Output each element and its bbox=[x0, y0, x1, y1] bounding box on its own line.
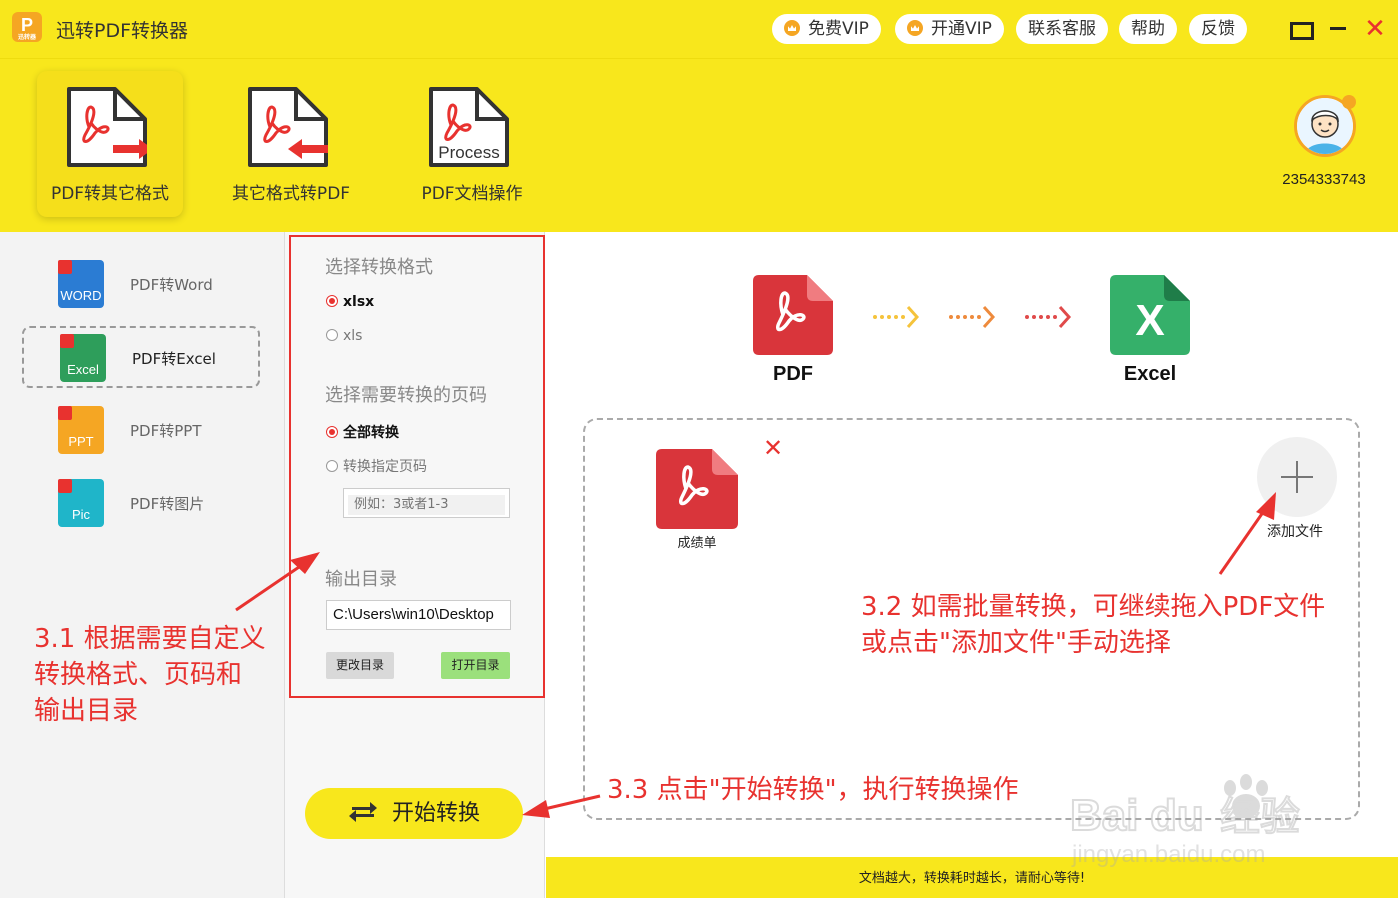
excel-letter: X bbox=[1135, 296, 1164, 345]
tab-pdf-to-other[interactable]: PDF转其它格式 bbox=[37, 71, 183, 217]
pdf-badge-icon bbox=[58, 260, 72, 274]
sidebar-item-image[interactable]: Pic PDF转图片 bbox=[22, 473, 260, 535]
pdf-badge-icon bbox=[58, 406, 72, 420]
annotation-note-3-3: 3.3 点击"开始转换"，执行转换操作 bbox=[607, 775, 1019, 805]
svg-text:Bai: Bai bbox=[1070, 791, 1138, 840]
page-range-field[interactable] bbox=[343, 488, 510, 518]
file-name: 成绩单 bbox=[677, 536, 717, 551]
title-bar: P 迅转器 迅转PDF转换器 免费VIP 开通VIP 联系客服 帮助 反馈 ✕ bbox=[0, 0, 1398, 58]
feedback-button[interactable]: 反馈 bbox=[1189, 14, 1247, 44]
ppt-icon: PPT bbox=[58, 406, 104, 454]
process-text: Process bbox=[438, 143, 499, 162]
svg-text:jingyan.baidu.com: jingyan.baidu.com bbox=[1071, 841, 1265, 868]
output-dir-field[interactable]: C:\Users\win10\Desktop bbox=[326, 600, 511, 630]
pdf-import-icon bbox=[248, 87, 328, 167]
sidebar-item-label: PDF转Word bbox=[130, 276, 213, 294]
minimize-icon[interactable] bbox=[1326, 16, 1352, 42]
open-dir-button[interactable]: 打开目录 bbox=[441, 652, 510, 679]
contact-support-button[interactable]: 联系客服 bbox=[1016, 14, 1108, 44]
free-vip-button[interactable]: 免费VIP bbox=[772, 14, 881, 44]
page-range-input[interactable] bbox=[348, 494, 505, 515]
tool-label: PDF文档操作 bbox=[421, 184, 523, 204]
progress-arrow-icon bbox=[949, 305, 996, 329]
help-button[interactable]: 帮助 bbox=[1119, 14, 1177, 44]
excel-file-icon: X bbox=[1110, 275, 1190, 355]
app-logo: P 迅转器 bbox=[12, 12, 42, 42]
pdf-file-icon bbox=[753, 275, 833, 355]
main-toolbar: PDF转其它格式 其它格式转PDF Process PDF文档操作 235433… bbox=[0, 58, 1398, 232]
annotation-note-3-2: 3.2 如需批量转换，可继续拖入PDF文件 或点击"添加文件"手动选择 bbox=[861, 592, 1326, 658]
pdf-badge-icon bbox=[58, 479, 72, 493]
sidebar-item-label: PDF转PPT bbox=[130, 422, 202, 440]
sidebar-item-label: PDF转图片 bbox=[130, 495, 205, 513]
vip-badge-icon bbox=[1342, 95, 1356, 109]
change-dir-button[interactable]: 更改目录 bbox=[326, 652, 394, 679]
source-format-label: PDF bbox=[773, 363, 813, 385]
format-radio-xlsx[interactable]: xlsx bbox=[326, 294, 374, 310]
pdf-file-icon[interactable] bbox=[656, 449, 738, 529]
svg-text:经验: 经验 bbox=[1220, 794, 1300, 840]
pages-radio-all[interactable]: 全部转换 bbox=[326, 422, 399, 442]
tool-label: 其它格式转PDF bbox=[231, 184, 351, 204]
pdf-badge-icon bbox=[60, 334, 74, 348]
add-file-label: 添加文件 bbox=[1267, 524, 1323, 540]
crown-icon bbox=[784, 20, 800, 36]
pages-radio-specific[interactable]: 转换指定页码 bbox=[326, 456, 427, 476]
pdf-process-icon: Process bbox=[429, 87, 509, 167]
open-vip-button[interactable]: 开通VIP bbox=[895, 14, 1004, 44]
tool-label: PDF转其它格式 bbox=[50, 184, 170, 204]
swap-arrows-icon bbox=[348, 802, 377, 822]
pages-heading: 选择需要转换的页码 bbox=[325, 385, 487, 406]
sidebar-item-word[interactable]: WORD PDF转Word bbox=[22, 254, 260, 316]
word-icon: WORD bbox=[58, 260, 104, 308]
annotation-note-3-1: 3.1 根据需要自定义 转换格式、页码和 输出目录 bbox=[34, 624, 266, 726]
sidebar-item-label: PDF转Excel bbox=[132, 350, 216, 368]
target-format-label: Excel bbox=[1123, 363, 1177, 385]
tab-other-to-pdf[interactable]: 其它格式转PDF bbox=[218, 71, 364, 217]
maximize-icon[interactable] bbox=[1288, 16, 1314, 42]
picture-icon: Pic bbox=[58, 479, 104, 527]
pdf-export-icon bbox=[67, 87, 147, 167]
excel-icon: Excel bbox=[60, 334, 106, 382]
sidebar-item-ppt[interactable]: PPT PDF转PPT bbox=[22, 400, 260, 462]
format-radio-xls[interactable]: xls bbox=[326, 328, 362, 344]
sidebar-item-excel[interactable]: Excel PDF转Excel bbox=[22, 326, 260, 388]
format-heading: 选择转换格式 bbox=[325, 257, 433, 278]
baidu-watermark-logo: Bai du 经验 jingyan.baidu.com bbox=[1070, 774, 1301, 868]
crown-icon bbox=[907, 20, 923, 36]
remove-file-icon[interactable]: ✕ bbox=[762, 436, 784, 460]
tab-pdf-operations[interactable]: Process PDF文档操作 bbox=[399, 71, 545, 217]
progress-arrow-icon bbox=[873, 305, 920, 329]
svg-text:du: du bbox=[1150, 791, 1204, 840]
progress-arrow-icon bbox=[1025, 305, 1072, 329]
app-title: 迅转PDF转换器 bbox=[56, 20, 189, 42]
user-id: 2354333743 bbox=[1282, 171, 1366, 188]
add-file-button[interactable] bbox=[1257, 437, 1337, 517]
close-icon[interactable]: ✕ bbox=[1362, 16, 1388, 42]
start-convert-button[interactable]: 开始转换 bbox=[305, 788, 523, 839]
output-heading: 输出目录 bbox=[325, 569, 397, 590]
